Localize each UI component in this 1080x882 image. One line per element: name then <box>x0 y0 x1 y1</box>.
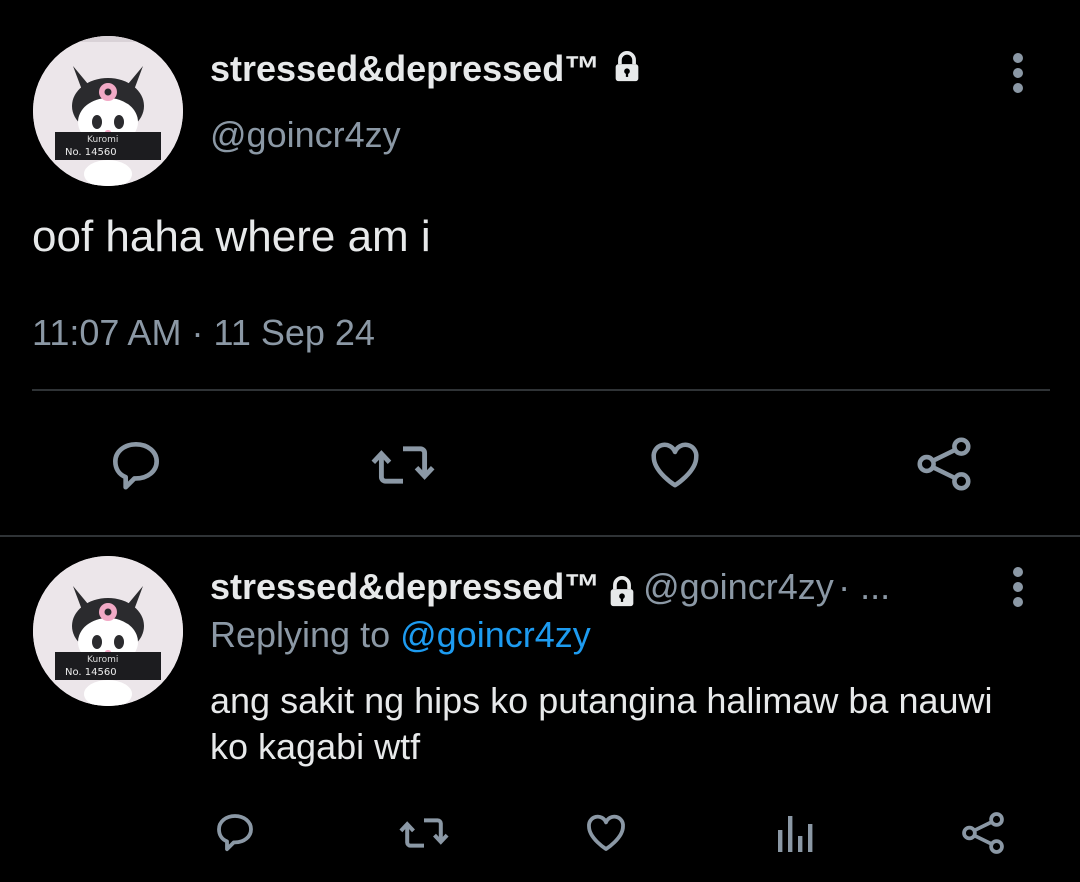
reply-reply-icon[interactable] <box>211 808 259 856</box>
reply-icon[interactable] <box>105 434 167 496</box>
retweet-icon[interactable] <box>370 438 436 492</box>
reply-avatar-label-bottom: No. 14560 <box>65 667 117 678</box>
reply-retweet-icon[interactable] <box>397 812 451 854</box>
reply-like-icon[interactable] <box>582 808 630 856</box>
analytics-icon[interactable] <box>774 812 814 854</box>
tweet-timestamp[interactable]: 11:07 AM · 11 Sep 24 <box>32 312 375 354</box>
lock-icon <box>610 50 644 93</box>
divider <box>32 389 1050 391</box>
more-icon[interactable] <box>998 48 1038 108</box>
like-icon[interactable] <box>645 434 705 494</box>
reply-more-icon[interactable] <box>998 562 1038 622</box>
reply-share-icon[interactable] <box>958 808 1008 858</box>
kuromi-avatar-image: Kuromi No. 14560 <box>33 556 183 706</box>
replying-to: Replying to @goincr4zy <box>210 614 591 656</box>
reply-header-suffix: · ... <box>838 566 891 607</box>
reply-avatar-label-top: Kuromi <box>87 655 118 665</box>
meta-separator: · <box>191 312 204 353</box>
kuromi-avatar-image: Kuromi No. 14560 <box>33 36 183 186</box>
section-divider <box>0 535 1080 537</box>
reply-text: ang sakit ng hips ko putangina halimaw b… <box>210 680 993 767</box>
avatar-label-top: Kuromi <box>87 135 118 145</box>
share-icon[interactable] <box>912 432 976 496</box>
reply-avatar[interactable]: Kuromi No. 14560 <box>33 556 183 706</box>
reply-display-name[interactable]: stressed&depressed™ <box>210 566 600 607</box>
replying-to-prefix: Replying to <box>210 614 401 655</box>
display-name[interactable]: stressed&depressed™ <box>210 48 600 89</box>
replying-to-link[interactable]: @goincr4zy <box>400 614 591 655</box>
reply-handle[interactable]: @goincr4zy <box>643 566 834 607</box>
avatar-label-bottom: No. 14560 <box>65 147 117 158</box>
tweet-time[interactable]: 11:07 AM <box>32 312 181 353</box>
avatar[interactable]: Kuromi No. 14560 <box>33 36 183 186</box>
handle[interactable]: @goincr4zy <box>210 114 401 156</box>
tweet-text: oof haha where am i <box>32 212 431 261</box>
lock-icon <box>605 575 639 614</box>
reply-header[interactable]: stressed&depressed™ @goincr4zy · ... <box>210 566 890 614</box>
display-name-row[interactable]: stressed&depressed™ <box>210 48 644 93</box>
tweet-date[interactable]: 11 Sep 24 <box>213 312 374 353</box>
